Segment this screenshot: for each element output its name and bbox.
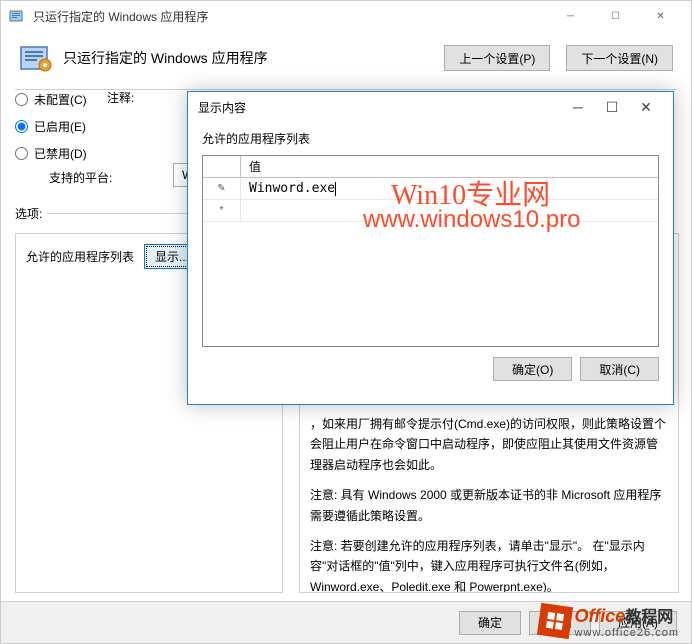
grid-header: 值 xyxy=(203,156,658,178)
radio-not-configured-input[interactable] xyxy=(15,93,28,106)
dialog-body: 允许的应用程序列表 值 ✎ Winword.exe * 确定(O) 取消(C) xyxy=(188,122,673,395)
next-setting-button[interactable]: 下一个设置(N) xyxy=(566,45,673,71)
dialog-maximize-button[interactable]: ☐ xyxy=(595,92,629,122)
allowed-apps-label: 允许的应用程序列表 xyxy=(26,248,134,265)
main-apply-button[interactable]: 应用(A) xyxy=(599,611,677,635)
maximize-button[interactable]: ☐ xyxy=(593,1,638,31)
dialog-title: 显示内容 xyxy=(198,99,561,116)
dialog-button-bar: 确定(O) 取消(C) xyxy=(202,357,659,381)
text-cursor xyxy=(335,182,336,196)
help-p3: 注意: 若要创建允许的应用程序列表，请单击"显示"。 在"显示内容"对话框的"值… xyxy=(310,536,668,593)
dialog-close-button[interactable]: ✕ xyxy=(629,92,663,122)
main-titlebar: 只运行指定的 Windows 应用程序 ─ ☐ ✕ xyxy=(1,1,691,31)
dialog-ok-button[interactable]: 确定(O) xyxy=(493,357,572,381)
radio-enabled-label: 已启用(E) xyxy=(34,118,86,135)
policy-header: 只运行指定的 Windows 应用程序 上一个设置(P) 下一个设置(N) xyxy=(1,31,691,89)
main-cancel-button[interactable]: 取消 xyxy=(529,611,591,635)
values-grid[interactable]: 值 ✎ Winword.exe * xyxy=(202,155,659,347)
grid-row[interactable]: * xyxy=(203,200,658,222)
options-label: 选项: xyxy=(15,205,42,222)
main-window-title: 只运行指定的 Windows 应用程序 xyxy=(33,8,548,25)
help-p2: 注意: 具有 Windows 2000 或更新版本证书的非 Microsoft … xyxy=(310,485,668,526)
show-content-dialog: 显示内容 ─ ☐ ✕ 允许的应用程序列表 值 ✎ Winword.exe * 确… xyxy=(187,91,674,405)
dialog-list-label: 允许的应用程序列表 xyxy=(202,130,659,147)
close-button[interactable]: ✕ xyxy=(638,1,683,31)
policy-icon-large xyxy=(19,41,53,75)
main-ok-button[interactable]: 确定 xyxy=(459,611,521,635)
row-value-cell[interactable] xyxy=(241,200,658,221)
radio-disabled[interactable]: 已禁用(D) xyxy=(15,145,87,162)
grid-header-marker xyxy=(203,156,241,177)
help-p1: ，如来用厂拥有邮令提示付(Cmd.exe)的访问权限，则此策略设置个会阻止用户在… xyxy=(310,414,668,475)
state-radios: 未配置(C) 已启用(E) 已禁用(D) xyxy=(1,91,101,172)
radio-disabled-label: 已禁用(D) xyxy=(34,145,87,162)
supported-label: 支持的平台: xyxy=(49,169,112,186)
grid-row[interactable]: ✎ Winword.exe xyxy=(203,178,658,200)
radio-disabled-input[interactable] xyxy=(15,147,28,160)
radio-enabled[interactable]: 已启用(E) xyxy=(15,118,87,135)
radio-not-configured-label: 未配置(C) xyxy=(34,91,87,108)
radio-enabled-input[interactable] xyxy=(15,120,28,133)
row-value-text: Winword.exe xyxy=(249,181,335,196)
row-marker-new-icon: * xyxy=(203,200,241,221)
dialog-cancel-button[interactable]: 取消(C) xyxy=(580,357,659,381)
row-value-cell[interactable]: Winword.exe xyxy=(241,178,658,199)
window-controls: ─ ☐ ✕ xyxy=(548,1,683,31)
comment-label: 注释: xyxy=(107,89,134,106)
row-marker-edit-icon: ✎ xyxy=(203,178,241,199)
policy-icon xyxy=(9,8,25,24)
grid-header-value[interactable]: 值 xyxy=(241,156,658,177)
dialog-titlebar: 显示内容 ─ ☐ ✕ xyxy=(188,92,673,122)
radio-not-configured[interactable]: 未配置(C) xyxy=(15,91,87,108)
dialog-minimize-button[interactable]: ─ xyxy=(561,92,595,122)
policy-title: 只运行指定的 Windows 应用程序 xyxy=(63,48,428,68)
prev-setting-button[interactable]: 上一个设置(P) xyxy=(444,45,550,71)
bottom-button-bar: 确定 取消 应用(A) xyxy=(1,601,691,643)
minimize-button[interactable]: ─ xyxy=(548,1,593,31)
